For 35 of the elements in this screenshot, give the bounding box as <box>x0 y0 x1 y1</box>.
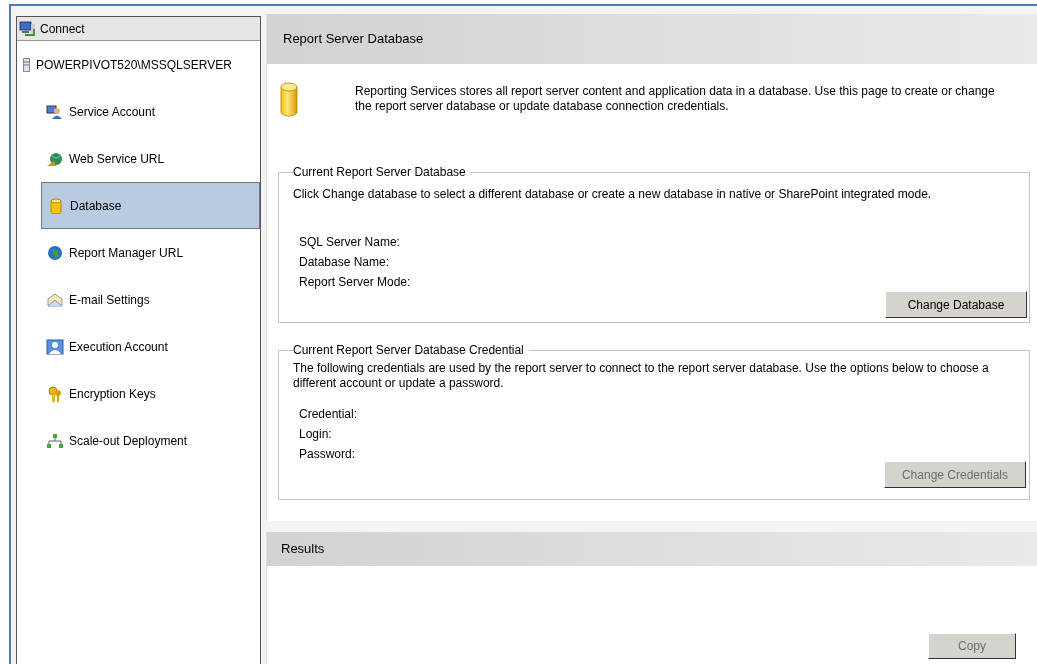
field-label: Login: <box>298 426 333 443</box>
server-icon <box>23 57 30 72</box>
page-title: Report Server Database <box>267 14 1037 64</box>
description-text: The following credentials are used by the report server to connect to the report server database. Use the options below to choose a different account or update a password. <box>293 361 990 391</box>
field-label: Report Server Mode: <box>298 274 412 291</box>
server-name[interactable]: POWERPIVOT520\MSSQLSERVER <box>36 55 232 74</box>
change-database-button[interactable]: Change Database <box>885 291 1027 318</box>
sidebar-item[interactable]: Web Service URL <box>41 135 260 182</box>
field-label: Password: <box>298 446 357 463</box>
envelope-icon <box>46 291 64 308</box>
database-icon <box>280 82 298 117</box>
sidebar-item[interactable]: Database <box>41 182 260 229</box>
connect-icon <box>19 20 37 37</box>
sidebar-header[interactable]: Connect <box>40 19 85 38</box>
sidebar-item[interactable]: E-mail Settings <box>41 276 260 323</box>
field-label: SQL Server Name: <box>298 234 401 251</box>
user-icon <box>46 338 64 355</box>
database-icon <box>47 197 65 214</box>
sidebar-item[interactable]: Scale-out Deployment <box>41 417 260 464</box>
globe-icon <box>46 244 64 261</box>
users-icon <box>46 103 64 120</box>
sidebar-item[interactable]: Service Account <box>41 88 260 135</box>
keys-icon <box>46 385 64 402</box>
intro-text: Reporting Services stores all report server content and application data in a database. Use this page to create or change the report server database or update database connection credentials. <box>355 83 995 115</box>
sidebar-item[interactable]: Report Manager URL <box>41 229 260 276</box>
results-title: Results <box>267 532 1037 566</box>
description-text: Click Change database to select a different database or create a new database in native or SharePoint integrated mode. <box>293 187 933 202</box>
globe-icon <box>46 150 64 167</box>
field-label: Credential: <box>298 406 359 423</box>
group-title: Current Report Server Database <box>293 164 467 181</box>
sidebar-item[interactable]: Encryption Keys <box>41 370 260 417</box>
field-label: Database Name: <box>298 254 391 271</box>
sidebar-item[interactable]: Execution Account <box>41 323 260 370</box>
network-icon <box>46 432 64 449</box>
group-title: Current Report Server Database Credential <box>293 342 525 359</box>
